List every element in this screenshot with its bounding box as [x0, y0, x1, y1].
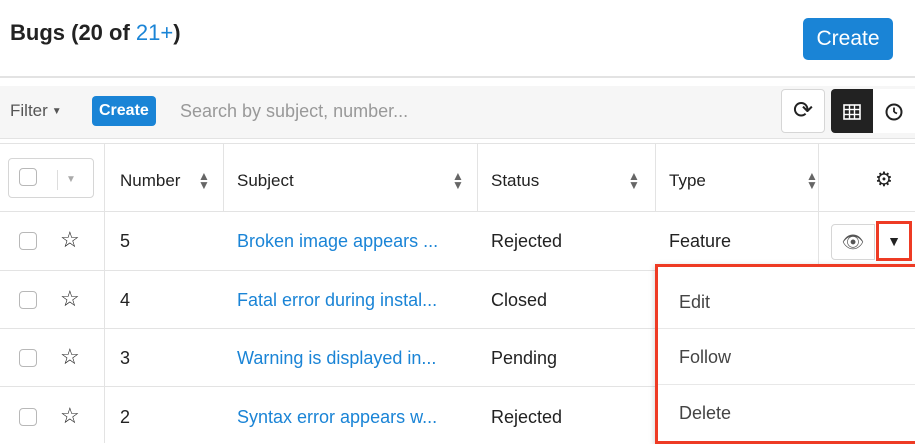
filter-dropdown[interactable]: Filter ▼	[10, 96, 62, 126]
star-outline-icon[interactable]: ☆	[60, 229, 80, 251]
filter-label: Filter	[10, 101, 48, 120]
create-button[interactable]: Create	[803, 18, 893, 60]
cell-subject-link[interactable]: Warning is displayed in...	[237, 348, 436, 369]
record-count-link[interactable]: 21+	[136, 20, 173, 45]
refresh-button[interactable]: ⟳	[781, 89, 825, 133]
select-all-checkbox[interactable]	[19, 168, 37, 186]
star-outline-icon[interactable]: ☆	[60, 288, 80, 310]
menu-item-edit[interactable]: Edit	[658, 274, 915, 330]
page-title: Bugs (20 of 21+)	[10, 20, 181, 46]
sort-icon[interactable]: ▲ ▼	[452, 170, 464, 191]
table-header-border	[0, 211, 915, 212]
sort-icon[interactable]: ▲ ▼	[198, 170, 210, 191]
column-divider	[655, 143, 656, 211]
column-header-subject[interactable]: Subject	[237, 171, 294, 191]
sort-icon[interactable]: ▲ ▼	[806, 170, 818, 191]
column-divider	[818, 143, 819, 270]
star-outline-icon[interactable]: ☆	[60, 405, 80, 427]
sort-icon[interactable]: ▲ ▼	[628, 170, 640, 191]
menu-item-follow[interactable]: Follow	[658, 329, 915, 385]
cell-subject-link[interactable]: Broken image appears ...	[237, 231, 438, 252]
create-filter-button[interactable]: Create	[92, 96, 156, 126]
cell-status: Rejected	[491, 407, 563, 427]
row-actions-menu: Edit Follow Delete	[655, 264, 915, 444]
cell-status: Rejected	[491, 231, 563, 251]
cell-status: Pending	[491, 348, 558, 368]
eye-icon: 👁	[841, 232, 865, 252]
title-prefix: Bugs (20 of	[10, 20, 136, 45]
table-top-border	[0, 143, 915, 144]
column-divider	[104, 143, 105, 443]
list-view-button[interactable]	[831, 89, 873, 133]
search-input[interactable]	[176, 94, 784, 128]
preview-button[interactable]: 👁	[831, 224, 875, 260]
star-outline-icon[interactable]: ☆	[60, 346, 80, 368]
row-checkbox[interactable]	[19, 408, 37, 426]
cell-number: 2	[120, 407, 131, 427]
row-checkbox[interactable]	[19, 232, 37, 250]
grid-view-icon	[843, 104, 861, 121]
column-header-status[interactable]: Status	[491, 171, 539, 191]
refresh-icon: ⟳	[792, 97, 814, 124]
cell-type: Feature	[669, 231, 732, 251]
chevron-down-icon: ▼	[51, 105, 62, 117]
row-checkbox[interactable]	[19, 291, 37, 309]
caret-down-icon: ▼	[887, 233, 901, 249]
title-suffix: )	[173, 20, 181, 45]
divider	[57, 170, 58, 190]
row-checkbox[interactable]	[19, 349, 37, 367]
clock-icon	[885, 103, 903, 121]
activity-stream-button[interactable]	[873, 89, 915, 133]
chevron-down-icon[interactable]: ▼	[66, 174, 76, 185]
cell-number: 5	[120, 231, 131, 251]
row-actions-dropdown-button[interactable]: ▼	[876, 221, 912, 261]
gear-icon[interactable]: ⚙	[875, 167, 893, 192]
cell-status: Closed	[491, 290, 548, 310]
menu-item-delete[interactable]: Delete	[658, 385, 915, 441]
cell-subject-link[interactable]: Fatal error during instal...	[237, 290, 437, 311]
column-divider	[223, 143, 224, 211]
column-divider	[477, 143, 478, 211]
column-header-type[interactable]: Type	[669, 171, 706, 191]
cell-number: 3	[120, 348, 131, 368]
cell-number: 4	[120, 290, 131, 310]
column-header-number[interactable]: Number	[120, 171, 180, 191]
cell-subject-link[interactable]: Syntax error appears w...	[237, 407, 437, 428]
